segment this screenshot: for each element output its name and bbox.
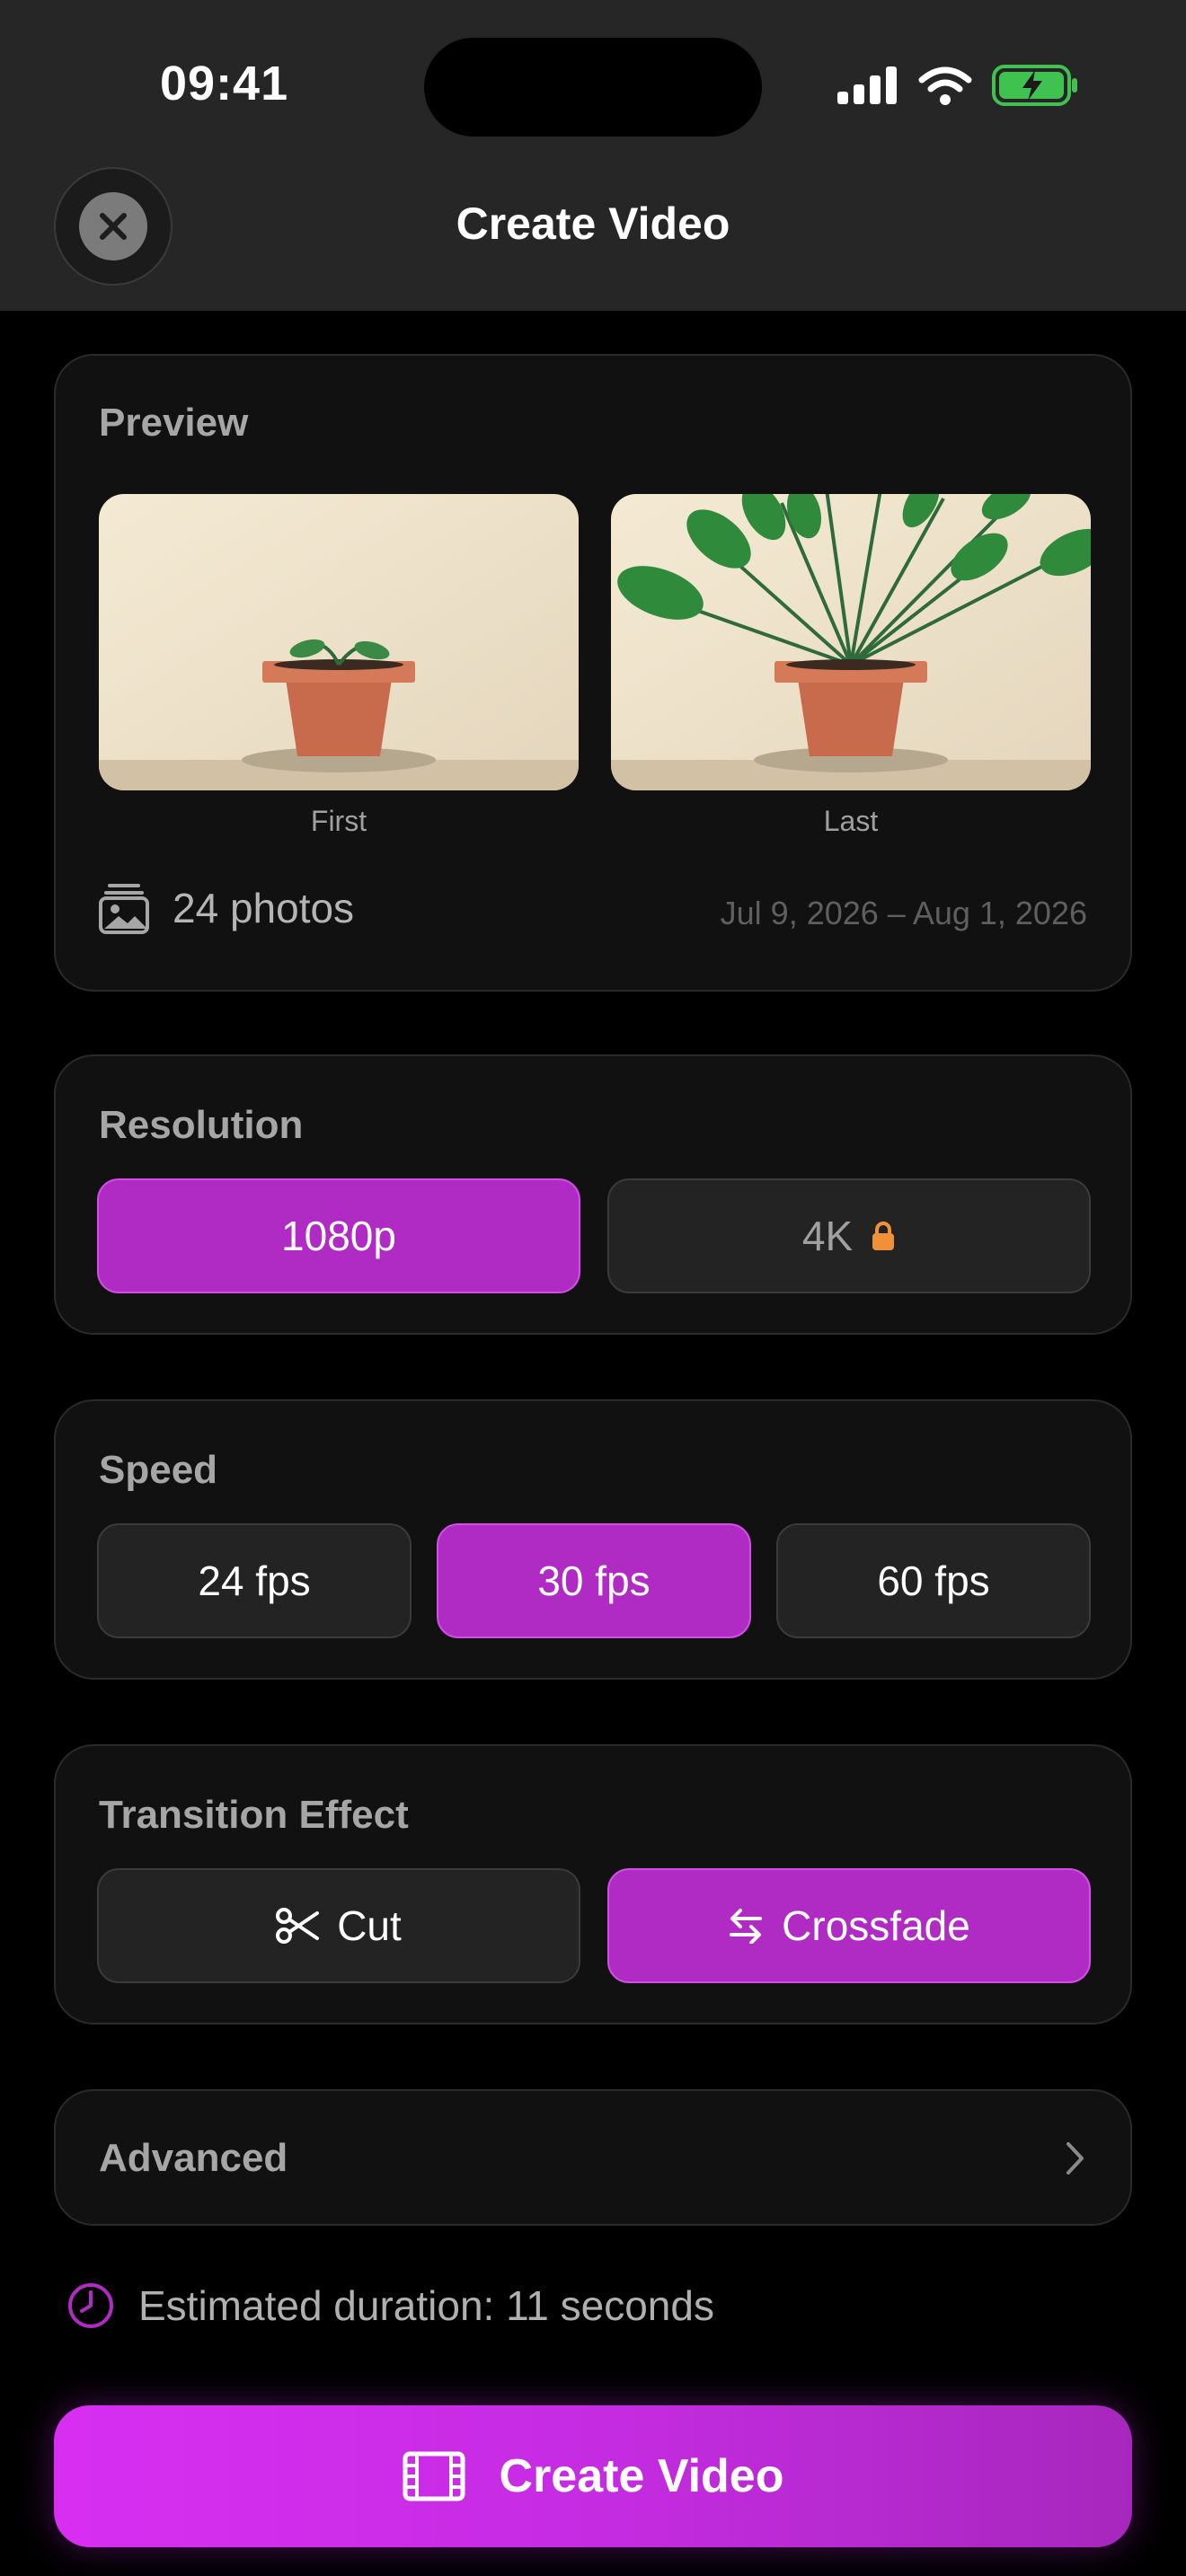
status-time: 09:41: [160, 57, 289, 110]
scissors-icon: [276, 1908, 320, 1944]
transition-crossfade-option[interactable]: Crossfade: [607, 1868, 1091, 1983]
date-range: Jul 9, 2026 – Aug 1, 2026: [720, 895, 1087, 931]
resolution-4k-option[interactable]: 4K: [607, 1178, 1091, 1293]
resolution-card: Resolution 1080p 4K: [54, 1054, 1132, 1335]
cellular-signal-icon: [837, 66, 897, 104]
first-photo-thumbnail[interactable]: [99, 494, 579, 790]
speed-title: Speed: [99, 1448, 218, 1492]
crossfade-arrows-icon: [730, 1909, 763, 1944]
photos-summary: 24 photos: [99, 882, 354, 934]
option-label: 60 fps: [877, 1557, 990, 1604]
preview-title: Preview: [99, 401, 249, 445]
option-label: Cut: [337, 1902, 402, 1949]
option-label: Crossfade: [782, 1902, 970, 1949]
create-video-screen: 09:41 Create Video Preview First Last 24…: [0, 0, 1186, 2576]
option-label: 1080p: [281, 1213, 396, 1259]
option-label: 24 fps: [198, 1557, 311, 1604]
speed-card: Speed 24 fps 30 fps 60 fps: [54, 1399, 1132, 1680]
speed-60fps-option[interactable]: 60 fps: [776, 1523, 1091, 1638]
advanced-label: Advanced: [99, 2136, 288, 2180]
speed-24fps-option[interactable]: 24 fps: [97, 1523, 412, 1638]
lock-icon: [872, 1222, 895, 1250]
film-icon: [403, 2451, 465, 2501]
page-title: Create Video: [456, 198, 730, 249]
last-photo-thumbnail[interactable]: [611, 494, 1091, 790]
preview-card: Preview First Last 24 photos Jul 9, 2026…: [54, 354, 1132, 992]
last-photo-label: Last: [823, 805, 879, 837]
photos-count: 24 photos: [173, 885, 355, 931]
transition-card: Transition Effect Cut Crossfade: [54, 1744, 1132, 2025]
photo-stack-icon: [99, 884, 149, 934]
wifi-icon: [918, 66, 972, 105]
advanced-row[interactable]: Advanced: [54, 2089, 1132, 2226]
status-icons: [837, 65, 1078, 106]
estimated-duration-text: Estimated duration: 11 seconds: [138, 2282, 714, 2329]
first-photo-label: First: [310, 805, 367, 837]
option-label: 30 fps: [537, 1557, 651, 1604]
chevron-right-icon: [1067, 2142, 1084, 2175]
resolution-title: Resolution: [99, 1103, 304, 1147]
option-label: 4K: [801, 1213, 854, 1259]
create-video-label: Create Video: [499, 2450, 784, 2502]
transition-title: Transition Effect: [99, 1793, 409, 1837]
speed-30fps-option[interactable]: 30 fps: [437, 1523, 751, 1638]
resolution-1080p-option[interactable]: 1080p: [97, 1178, 580, 1293]
create-video-button[interactable]: Create Video: [54, 2405, 1132, 2547]
estimated-duration: Estimated duration: 11 seconds: [66, 2281, 714, 2330]
battery-charging-icon: [992, 65, 1077, 106]
dynamic-island: [424, 38, 762, 137]
transition-cut-option[interactable]: Cut: [97, 1868, 580, 1983]
clock-icon: [68, 2283, 113, 2328]
top-bar: 09:41 Create Video: [0, 0, 1186, 311]
